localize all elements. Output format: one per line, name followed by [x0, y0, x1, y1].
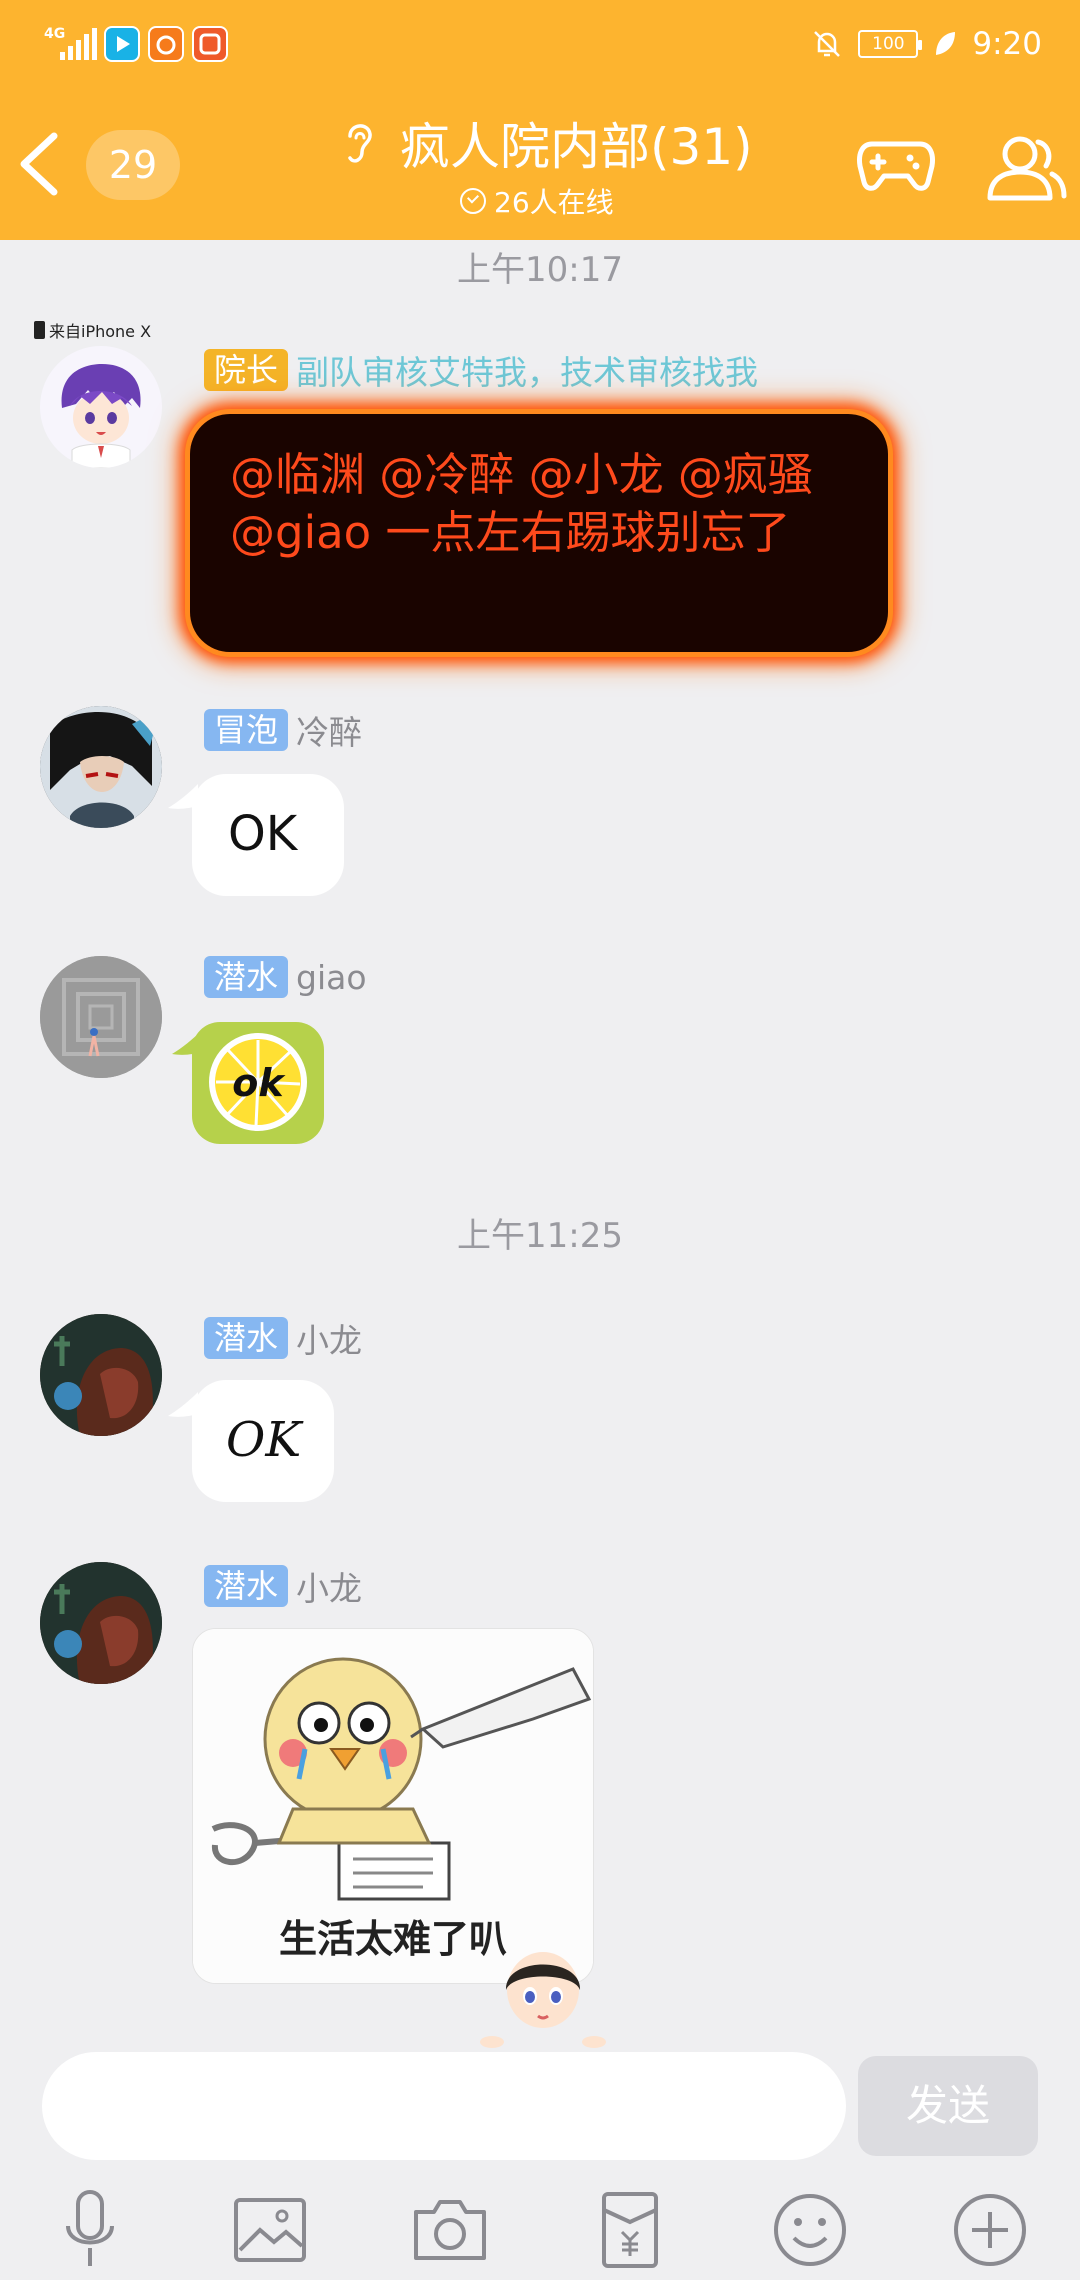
emoji-icon[interactable]	[766, 2186, 854, 2274]
gamepad-icon[interactable]	[856, 130, 936, 202]
chevron-left-icon	[20, 132, 58, 196]
ear-icon[interactable]	[338, 116, 378, 172]
role-badge: 院长	[204, 349, 289, 391]
red-packet-icon[interactable]	[586, 2186, 674, 2274]
image-icon[interactable]	[226, 2186, 314, 2274]
online-status-icon	[460, 188, 486, 214]
sender-nickname[interactable]: 副队审核艾特我，技术审核找我	[296, 346, 758, 394]
sender-nameline: 潜水 小龙	[204, 1314, 362, 1362]
lemon-sticker[interactable]: ok	[192, 1022, 324, 1144]
message-bubble[interactable]: OK	[192, 1380, 334, 1502]
unread-count-badge[interactable]: 29	[86, 130, 180, 200]
video-app-icon	[104, 26, 140, 62]
send-button[interactable]: 发送	[858, 2056, 1038, 2156]
avatar[interactable]	[40, 1314, 162, 1436]
sender-nickname[interactable]: 小龙	[296, 1314, 362, 1362]
image-message[interactable]: 生活太难了叭	[192, 1628, 594, 1984]
signal-icon: 4G	[44, 26, 97, 62]
mute-bell-icon	[814, 31, 841, 57]
camera-icon[interactable]	[406, 2186, 494, 2274]
sender-nameline: 潜水 小龙	[204, 1562, 362, 1610]
avatar[interactable]	[40, 346, 162, 468]
sender-nameline: 冒泡 冷醉	[204, 706, 362, 754]
sender-nameline: 院长 副队审核艾特我，技术审核找我	[204, 346, 758, 394]
avatar[interactable]	[40, 706, 162, 828]
mascot-doll-icon[interactable]	[478, 1950, 608, 2050]
status-bar: 4G 100 9:20	[0, 0, 1080, 90]
role-badge: 潜水	[204, 956, 289, 998]
device-tag: 来自iPhone X	[34, 318, 151, 342]
message-text: OK	[228, 806, 298, 862]
mic-icon[interactable]	[46, 2186, 134, 2274]
battery-icon: 100	[858, 30, 923, 58]
device-text: 来自iPhone X	[49, 322, 152, 341]
sticker-text: ok	[232, 1061, 286, 1105]
timestamp: 上午10:17	[457, 250, 623, 290]
sender-nickname[interactable]: giao	[296, 958, 367, 997]
role-badge: 潜水	[204, 1565, 289, 1607]
avatar[interactable]	[40, 1562, 162, 1684]
back-button[interactable]	[10, 124, 70, 204]
group-members-icon[interactable]	[982, 124, 1068, 210]
sender-nickname[interactable]: 冷醉	[296, 706, 362, 754]
timestamp: 上午11:25	[457, 1216, 623, 1256]
sender-nameline: 潜水 giao	[204, 956, 367, 998]
chat-header: 4G 100 9:20 29 疯人院内部(31) 26人在线	[0, 0, 1080, 240]
group-title[interactable]: 疯人院内部(31)	[400, 112, 753, 182]
sender-nickname[interactable]: 小龙	[296, 1562, 362, 1610]
message-text: OK	[226, 1412, 302, 1468]
online-count[interactable]: 26人在线	[460, 180, 614, 222]
taobao-app-icon	[192, 26, 228, 62]
fire-message-bubble[interactable]: @临渊 @冷醉 @小龙 @疯骚 @giao 一点左右踢球别忘了	[190, 414, 888, 652]
message-text: @临渊 @冷醉 @小龙 @疯骚 @giao 一点左右踢球别忘了	[230, 448, 813, 559]
message-bubble[interactable]: OK	[192, 774, 344, 896]
clock: 9:20	[972, 26, 1042, 62]
battery-level: 100	[872, 34, 905, 54]
online-text: 26人在线	[494, 186, 614, 219]
phone-icon	[34, 321, 45, 339]
status-right: 100 9:20	[810, 22, 1042, 66]
avatar[interactable]	[40, 956, 162, 1078]
message-input[interactable]	[42, 2052, 846, 2160]
input-toolbar	[0, 2180, 1080, 2280]
leaf-icon	[936, 32, 956, 55]
role-badge: 冒泡	[204, 709, 289, 751]
uc-browser-icon	[148, 26, 184, 62]
plus-icon[interactable]	[946, 2186, 1034, 2274]
role-badge: 潜水	[204, 1317, 289, 1359]
